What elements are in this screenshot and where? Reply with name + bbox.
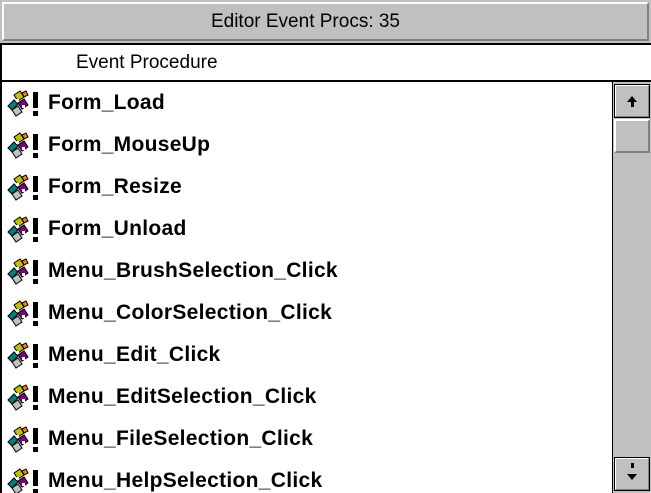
- event-procedure-icon: [6, 341, 44, 369]
- list-item-label: Form_Resize: [48, 175, 183, 198]
- event-procedure-icon: [6, 173, 44, 201]
- list-item[interactable]: Menu_HelpSelection_Click: [2, 460, 612, 493]
- column-header-event-procedure[interactable]: Event Procedure: [2, 45, 651, 82]
- event-procedure-icon: [6, 257, 44, 285]
- list-item-label: Menu_HelpSelection_Click: [48, 469, 323, 492]
- event-procedure-icon: [6, 383, 44, 411]
- list-rows: Form_Load Form_MouseUp Form_Resize Form_…: [2, 82, 612, 493]
- list-item[interactable]: Menu_FileSelection_Click: [2, 418, 612, 460]
- arrow-up-icon: [627, 96, 637, 107]
- list-item[interactable]: Menu_EditSelection_Click: [2, 376, 612, 418]
- scroll-up-button[interactable]: [614, 84, 650, 118]
- list-item-label: Menu_FileSelection_Click: [48, 427, 314, 450]
- event-procedure-icon: [6, 467, 44, 493]
- list-item[interactable]: Menu_Edit_Click: [2, 334, 612, 376]
- event-procedure-icon: [6, 89, 44, 117]
- scroll-down-button[interactable]: [614, 457, 650, 491]
- list-item[interactable]: Form_Load: [2, 82, 612, 124]
- event-procedure-icon: [6, 215, 44, 243]
- list-item-label: Menu_EditSelection_Click: [48, 385, 317, 408]
- list-item-label: Menu_BrushSelection_Click: [48, 259, 338, 282]
- event-procedure-icon: [6, 425, 44, 453]
- list-item-label: Form_Load: [48, 91, 166, 114]
- list-item[interactable]: Form_MouseUp: [2, 124, 612, 166]
- arrow-down-icon: [627, 463, 637, 480]
- list-item[interactable]: Menu_BrushSelection_Click: [2, 250, 612, 292]
- list-item[interactable]: Form_Unload: [2, 208, 612, 250]
- list-item-label: Menu_ColorSelection_Click: [48, 301, 333, 324]
- event-procedure-list[interactable]: Event Procedure Form_Load Form_MouseUp F…: [0, 43, 651, 493]
- list-item[interactable]: Menu_ColorSelection_Click: [2, 292, 612, 334]
- list-item-label: Form_Unload: [48, 217, 187, 240]
- event-procedure-icon: [6, 131, 44, 159]
- list-item-label: Form_MouseUp: [48, 133, 211, 156]
- scrollbar-thumb[interactable]: [614, 119, 650, 153]
- event-procedure-icon: [6, 299, 44, 327]
- list-item-label: Menu_Edit_Click: [48, 343, 221, 366]
- list-item[interactable]: Form_Resize: [2, 166, 612, 208]
- event-procs-panel: Editor Event Procs: 35 Event Procedure F…: [0, 0, 651, 493]
- vertical-scrollbar[interactable]: [612, 82, 651, 493]
- panel-title: Editor Event Procs: 35: [2, 2, 649, 41]
